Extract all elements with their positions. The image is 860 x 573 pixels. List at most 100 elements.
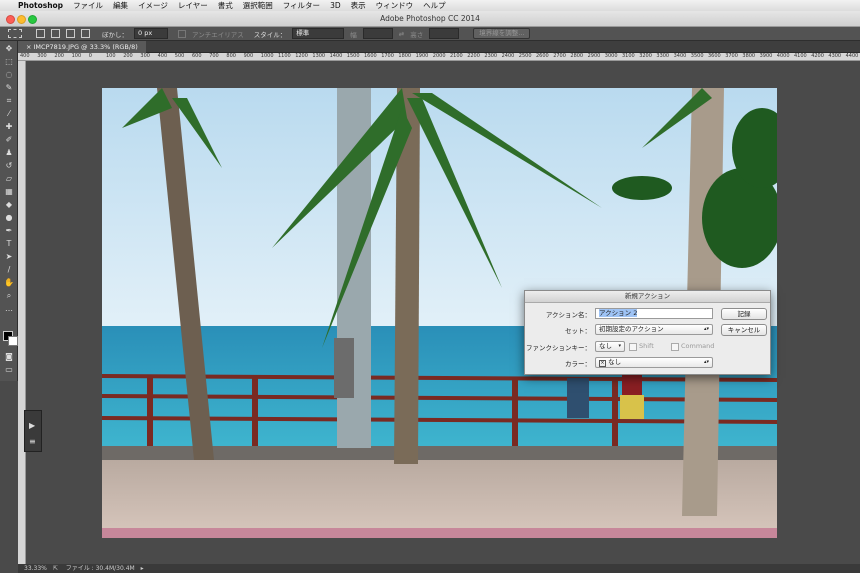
menu-window[interactable]: ウィンドウ: [376, 0, 414, 11]
background-color-swatch[interactable]: [8, 336, 18, 346]
refine-edge-button[interactable]: 境界線を調整...: [473, 28, 531, 39]
menu-3d[interactable]: 3D: [330, 1, 341, 10]
ruler-tick: 2200: [467, 53, 480, 59]
close-window-button[interactable]: [6, 15, 15, 24]
selection-add-icon[interactable]: [51, 29, 60, 38]
function-key-label: ファンクションキー：: [526, 344, 591, 352]
eraser-tool-icon[interactable]: ▱: [3, 173, 15, 184]
status-menu-icon[interactable]: ▸: [141, 565, 144, 572]
marquee-tool-icon[interactable]: ⬚: [3, 56, 15, 67]
lasso-tool-icon[interactable]: ◌: [3, 69, 15, 80]
action-name-input[interactable]: アクション 2: [595, 308, 713, 319]
ruler-tick: 1500: [346, 53, 360, 59]
menu-image[interactable]: イメージ: [138, 0, 168, 11]
menu-layer[interactable]: レイヤー: [178, 0, 208, 11]
ruler-tick: 4100: [794, 53, 807, 59]
panel-icon-actions[interactable]: ▶: [29, 421, 35, 430]
crop-tool-icon[interactable]: ⌗: [3, 95, 15, 106]
panel-icon-properties[interactable]: ≡: [29, 437, 36, 446]
ruler-tick: 3400: [673, 53, 687, 59]
set-select[interactable]: 初期設定のアクション ▴▾: [595, 324, 713, 335]
ruler-tick: 600: [192, 53, 202, 59]
dodge-tool-icon[interactable]: ●: [3, 212, 15, 223]
width-input[interactable]: [362, 28, 393, 39]
menu-app-photoshop[interactable]: Photoshop: [18, 1, 63, 10]
menu-help[interactable]: ヘルプ: [423, 0, 446, 11]
set-select-arrow-icon: ▴▾: [703, 326, 709, 332]
color-swatches[interactable]: [3, 331, 18, 346]
blur-tool-icon[interactable]: ◆: [3, 199, 15, 210]
hand-tool-icon[interactable]: ✋: [3, 277, 15, 288]
history-brush-tool-icon[interactable]: ↺: [3, 160, 15, 171]
document-tab[interactable]: × IMCP7819.JPG @ 33.3% (RGB/8): [18, 41, 146, 53]
ruler-tick: 1300: [312, 53, 326, 59]
cancel-button[interactable]: キャンセル: [721, 324, 767, 336]
zoom-window-button[interactable]: [28, 15, 37, 24]
new-action-dialog: 新規アクション アクション名： アクション 2 セット： 初期設定のアクション ▴…: [524, 290, 771, 375]
status-bar: 33.33% ⇱ ファイル : 30.4M/30.4M ▸: [18, 564, 860, 573]
ruler-tick: 2900: [587, 53, 601, 59]
brush-tool-icon[interactable]: ✐: [3, 134, 15, 145]
minimize-window-button[interactable]: [17, 15, 26, 24]
antialias-checkbox[interactable]: [178, 29, 186, 38]
record-button[interactable]: 記録: [721, 308, 767, 320]
antialias-label: アンチエイリアス: [192, 30, 244, 39]
ruler-tick: 1700: [381, 53, 394, 59]
zoom-tool-icon[interactable]: ⌕: [3, 290, 15, 301]
path-select-tool-icon[interactable]: ➤: [3, 251, 15, 262]
gradient-tool-icon[interactable]: ▦: [3, 186, 15, 197]
selection-new-icon[interactable]: [36, 29, 45, 38]
ruler-tick: 1800: [398, 53, 412, 59]
feather-label: ぼかし：: [102, 30, 128, 39]
swap-icon[interactable]: ⇄: [399, 30, 404, 38]
menu-view[interactable]: 表示: [351, 0, 366, 11]
close-tab-icon[interactable]: ×: [26, 43, 34, 51]
menu-edit[interactable]: 編集: [113, 0, 128, 11]
more-tools-icon[interactable]: …: [3, 303, 15, 314]
stamp-tool-icon[interactable]: ♟: [3, 147, 15, 158]
ruler-tick: 3100: [622, 53, 635, 59]
type-tool-icon[interactable]: T: [3, 238, 15, 249]
style-select[interactable]: 標準: [292, 28, 345, 39]
menu-filter[interactable]: フィルター: [283, 0, 320, 11]
menu-select[interactable]: 選択範囲: [243, 0, 273, 11]
width-label: 幅: [350, 30, 357, 39]
zoom-level[interactable]: 33.33%: [24, 565, 47, 572]
set-select-value: 初期設定のアクション: [599, 325, 664, 333]
menu-type[interactable]: 書式: [218, 0, 233, 11]
ruler-tick: 1200: [295, 53, 308, 59]
ruler-tick: 4400: [845, 53, 859, 59]
eyedropper-tool-icon[interactable]: ⁄: [3, 108, 15, 119]
selection-subtract-icon[interactable]: [66, 29, 75, 38]
window-title: Adobe Photoshop CC 2014: [380, 14, 480, 23]
selection-intersect-icon[interactable]: [81, 29, 90, 38]
screen-mode-icon[interactable]: ▭: [3, 364, 15, 375]
color-select[interactable]: × なし ▴▾: [595, 357, 713, 368]
set-label: セット：: [565, 327, 591, 335]
ruler-tick: 4000: [776, 53, 790, 59]
ruler-tick: 0: [88, 53, 92, 59]
file-size: ファイル : 30.4M/30.4M: [65, 565, 135, 572]
style-label: スタイル：: [253, 30, 287, 39]
shape-tool-icon[interactable]: /: [3, 264, 15, 275]
menu-file[interactable]: ファイル: [73, 0, 103, 11]
ruler-tick: 200: [123, 53, 133, 59]
ruler-tick: 300: [140, 53, 150, 59]
marquee-preset-icon[interactable]: [8, 29, 22, 38]
quick-mask-icon[interactable]: ◙: [3, 351, 15, 362]
horizontal-ruler: 400 300 200 100 0 100 200 300 400 500 600 700 800 900…: [18, 53, 860, 61]
pen-tool-icon[interactable]: ✒: [3, 225, 15, 236]
quick-select-tool-icon[interactable]: ✎: [3, 82, 15, 93]
command-checkbox[interactable]: [671, 343, 679, 351]
height-input[interactable]: [429, 28, 460, 39]
healing-brush-tool-icon[interactable]: ✚: [3, 121, 15, 132]
ruler-tick: 1900: [415, 53, 429, 59]
function-key-select[interactable]: なし ▾: [595, 341, 625, 352]
command-label: Command: [681, 342, 715, 350]
status-arrow-icon[interactable]: ⇱: [53, 565, 58, 572]
action-name-label: アクション名：: [545, 311, 591, 319]
ruler-tick: 900: [243, 53, 254, 59]
shift-checkbox[interactable]: [629, 343, 637, 351]
feather-input[interactable]: 0 px: [134, 28, 168, 39]
move-tool-icon[interactable]: ✥: [3, 43, 15, 54]
